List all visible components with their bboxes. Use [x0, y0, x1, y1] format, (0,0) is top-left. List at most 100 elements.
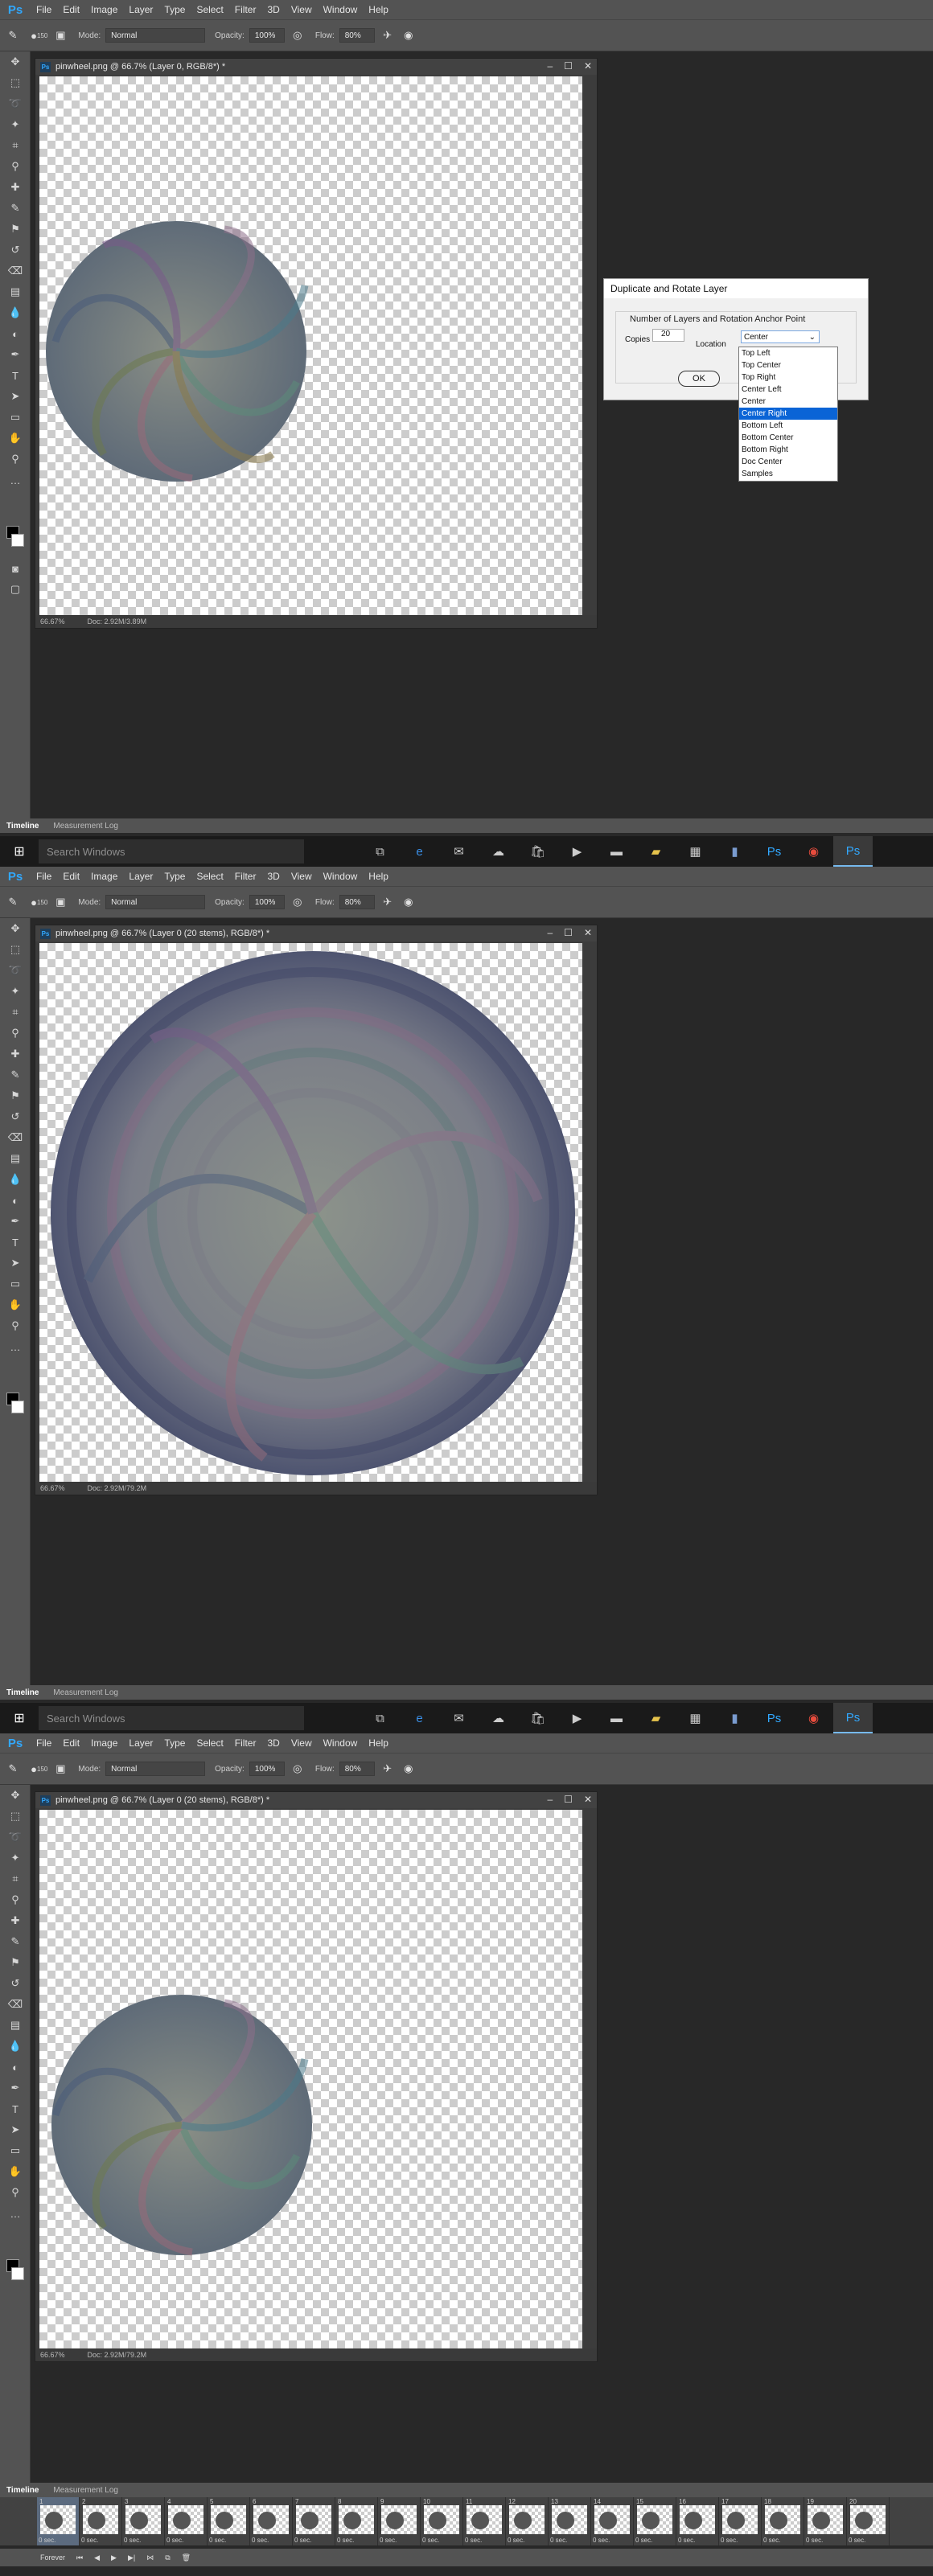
- menu-help[interactable]: Help: [363, 1733, 394, 1753]
- airbrush-icon[interactable]: ✈: [380, 1761, 396, 1777]
- media-icon[interactable]: ▶: [557, 1703, 597, 1733]
- background-color-swatch[interactable]: [11, 2267, 24, 2280]
- document-canvas[interactable]: [39, 76, 582, 617]
- lasso-tool-icon[interactable]: ➰: [0, 1827, 31, 1848]
- zoom-level[interactable]: 66.67%: [40, 2351, 65, 2359]
- remote-icon[interactable]: ☁: [479, 836, 518, 867]
- option-center-left[interactable]: Center Left: [739, 384, 837, 396]
- path-select-icon[interactable]: ➤: [0, 1253, 31, 1274]
- frame-delay[interactable]: 0 sec.: [849, 2537, 865, 2544]
- photoshop-taskbar-icon[interactable]: Ps: [754, 1703, 794, 1733]
- mode-select[interactable]: Normal: [105, 895, 206, 909]
- brush-panel-icon[interactable]: ▣: [52, 894, 68, 910]
- file-explorer-icon[interactable]: ▰: [636, 836, 676, 867]
- crop-tool-icon[interactable]: ⌗: [0, 135, 31, 156]
- history-brush-icon[interactable]: ↺: [0, 1973, 31, 1994]
- healing-tool-icon[interactable]: ✚: [0, 177, 31, 198]
- menu-image[interactable]: Image: [85, 0, 123, 19]
- blur-tool-icon[interactable]: 💧: [0, 1169, 31, 1190]
- photoshop-active-taskbar-icon[interactable]: Ps: [833, 1703, 873, 1733]
- eraser-tool-icon[interactable]: ⌫: [0, 260, 31, 281]
- animation-frame[interactable]: 18 0 sec.: [762, 2497, 804, 2545]
- eyedropper-tool-icon[interactable]: ⚲: [0, 1889, 31, 1910]
- crop-tool-icon[interactable]: ⌗: [0, 1868, 31, 1889]
- pressure-opacity-icon[interactable]: ◎: [290, 1761, 306, 1777]
- document-tab[interactable]: Ps pinwheel.png @ 66.7% (Layer 0 (20 ste…: [35, 925, 597, 941]
- zoom-level[interactable]: 66.67%: [40, 617, 65, 626]
- menu-view[interactable]: View: [286, 1733, 318, 1753]
- move-tool-icon[interactable]: ✥: [0, 918, 31, 939]
- more-tools-icon[interactable]: …: [0, 1336, 31, 1357]
- option-bottom-right[interactable]: Bottom Right: [739, 444, 837, 456]
- hand-tool-icon[interactable]: ✋: [0, 428, 31, 449]
- menu-help[interactable]: Help: [363, 0, 394, 19]
- frame-delay[interactable]: 0 sec.: [550, 2537, 567, 2544]
- pressure-size-icon[interactable]: ◉: [401, 1761, 417, 1777]
- animation-frame[interactable]: 7 0 sec.: [293, 2497, 335, 2545]
- animation-frame[interactable]: 5 0 sec.: [208, 2497, 250, 2545]
- animation-frame[interactable]: 6 0 sec.: [250, 2497, 293, 2545]
- frame-delay[interactable]: 0 sec.: [422, 2537, 439, 2544]
- search-windows-input[interactable]: Search Windows: [39, 839, 304, 863]
- duplicate-frame-icon[interactable]: ⧉: [165, 2553, 170, 2562]
- frame-delay[interactable]: 0 sec.: [635, 2537, 652, 2544]
- frame-delay[interactable]: 0 sec.: [294, 2537, 311, 2544]
- menu-layer[interactable]: Layer: [123, 867, 158, 886]
- background-color-swatch[interactable]: [11, 534, 24, 547]
- healing-tool-icon[interactable]: ✚: [0, 1910, 31, 1931]
- task-view-icon[interactable]: ⧉: [360, 836, 400, 867]
- animation-frame[interactable]: 19 0 sec.: [804, 2497, 847, 2545]
- maximize-icon[interactable]: ☐: [564, 1794, 573, 1805]
- eyedropper-tool-icon[interactable]: ⚲: [0, 1023, 31, 1044]
- menu-image[interactable]: Image: [85, 1733, 123, 1753]
- chrome-icon[interactable]: ◉: [794, 836, 833, 867]
- frame-delay[interactable]: 0 sec.: [380, 2537, 397, 2544]
- animation-frame[interactable]: 11 0 sec.: [463, 2497, 506, 2545]
- menu-select[interactable]: Select: [191, 0, 228, 19]
- shape-tool-icon[interactable]: ▭: [0, 2140, 31, 2161]
- animation-frame[interactable]: 20 0 sec.: [847, 2497, 890, 2545]
- menu-filter[interactable]: Filter: [229, 1733, 262, 1753]
- history-brush-icon[interactable]: ↺: [0, 1106, 31, 1127]
- pressure-size-icon[interactable]: ◉: [401, 894, 417, 910]
- eraser-tool-icon[interactable]: ⌫: [0, 1127, 31, 1148]
- close-icon[interactable]: ✕: [584, 60, 592, 72]
- animation-frame[interactable]: 17 0 sec.: [719, 2497, 762, 2545]
- quick-select-tool-icon[interactable]: ✦: [0, 981, 31, 1002]
- brush-tool-icon[interactable]: ✎: [5, 1761, 21, 1777]
- menu-window[interactable]: Window: [318, 0, 364, 19]
- document-canvas[interactable]: [39, 943, 582, 1483]
- frame-delay[interactable]: 0 sec.: [39, 2537, 55, 2544]
- windows-start-icon[interactable]: ⊞: [0, 836, 39, 867]
- frame-delay[interactable]: 0 sec.: [337, 2537, 354, 2544]
- menu-file[interactable]: File: [31, 0, 57, 19]
- animation-frame[interactable]: 13 0 sec.: [549, 2497, 591, 2545]
- previous-frame-icon[interactable]: ◀: [94, 2553, 100, 2562]
- shape-tool-icon[interactable]: ▭: [0, 1274, 31, 1294]
- animation-frame[interactable]: 8 0 sec.: [335, 2497, 378, 2545]
- option-doc-center[interactable]: Doc Center: [739, 456, 837, 468]
- menu-edit[interactable]: Edit: [57, 0, 85, 19]
- search-windows-input[interactable]: Search Windows: [39, 1706, 304, 1730]
- brush-panel-icon[interactable]: ▣: [52, 1761, 68, 1777]
- copies-input[interactable]: 20: [652, 329, 684, 342]
- frame-delay[interactable]: 0 sec.: [678, 2537, 695, 2544]
- mode-select[interactable]: Normal: [105, 1762, 206, 1776]
- tab-timeline[interactable]: Timeline: [6, 2486, 39, 2495]
- option-bottom-center[interactable]: Bottom Center: [739, 432, 837, 444]
- terminal-icon[interactable]: ▬: [597, 836, 636, 867]
- path-select-icon[interactable]: ➤: [0, 2119, 31, 2140]
- quick-select-tool-icon[interactable]: ✦: [0, 1848, 31, 1868]
- brush-tool-icon[interactable]: ✎: [0, 1931, 31, 1952]
- close-icon[interactable]: ✕: [584, 927, 592, 938]
- menu-filter[interactable]: Filter: [229, 0, 262, 19]
- brush-tool-icon[interactable]: ✎: [5, 894, 21, 910]
- edge-icon[interactable]: e: [400, 1703, 439, 1733]
- animation-frame[interactable]: 14 0 sec.: [591, 2497, 634, 2545]
- dodge-tool-icon[interactable]: ◐: [0, 2057, 31, 2078]
- brush-tool-icon[interactable]: ✎: [0, 1064, 31, 1085]
- frame-delay[interactable]: 0 sec.: [508, 2537, 524, 2544]
- dodge-tool-icon[interactable]: ◐: [0, 1190, 31, 1211]
- quick-mask-icon[interactable]: ◙: [0, 558, 31, 579]
- menu-layer[interactable]: Layer: [123, 0, 158, 19]
